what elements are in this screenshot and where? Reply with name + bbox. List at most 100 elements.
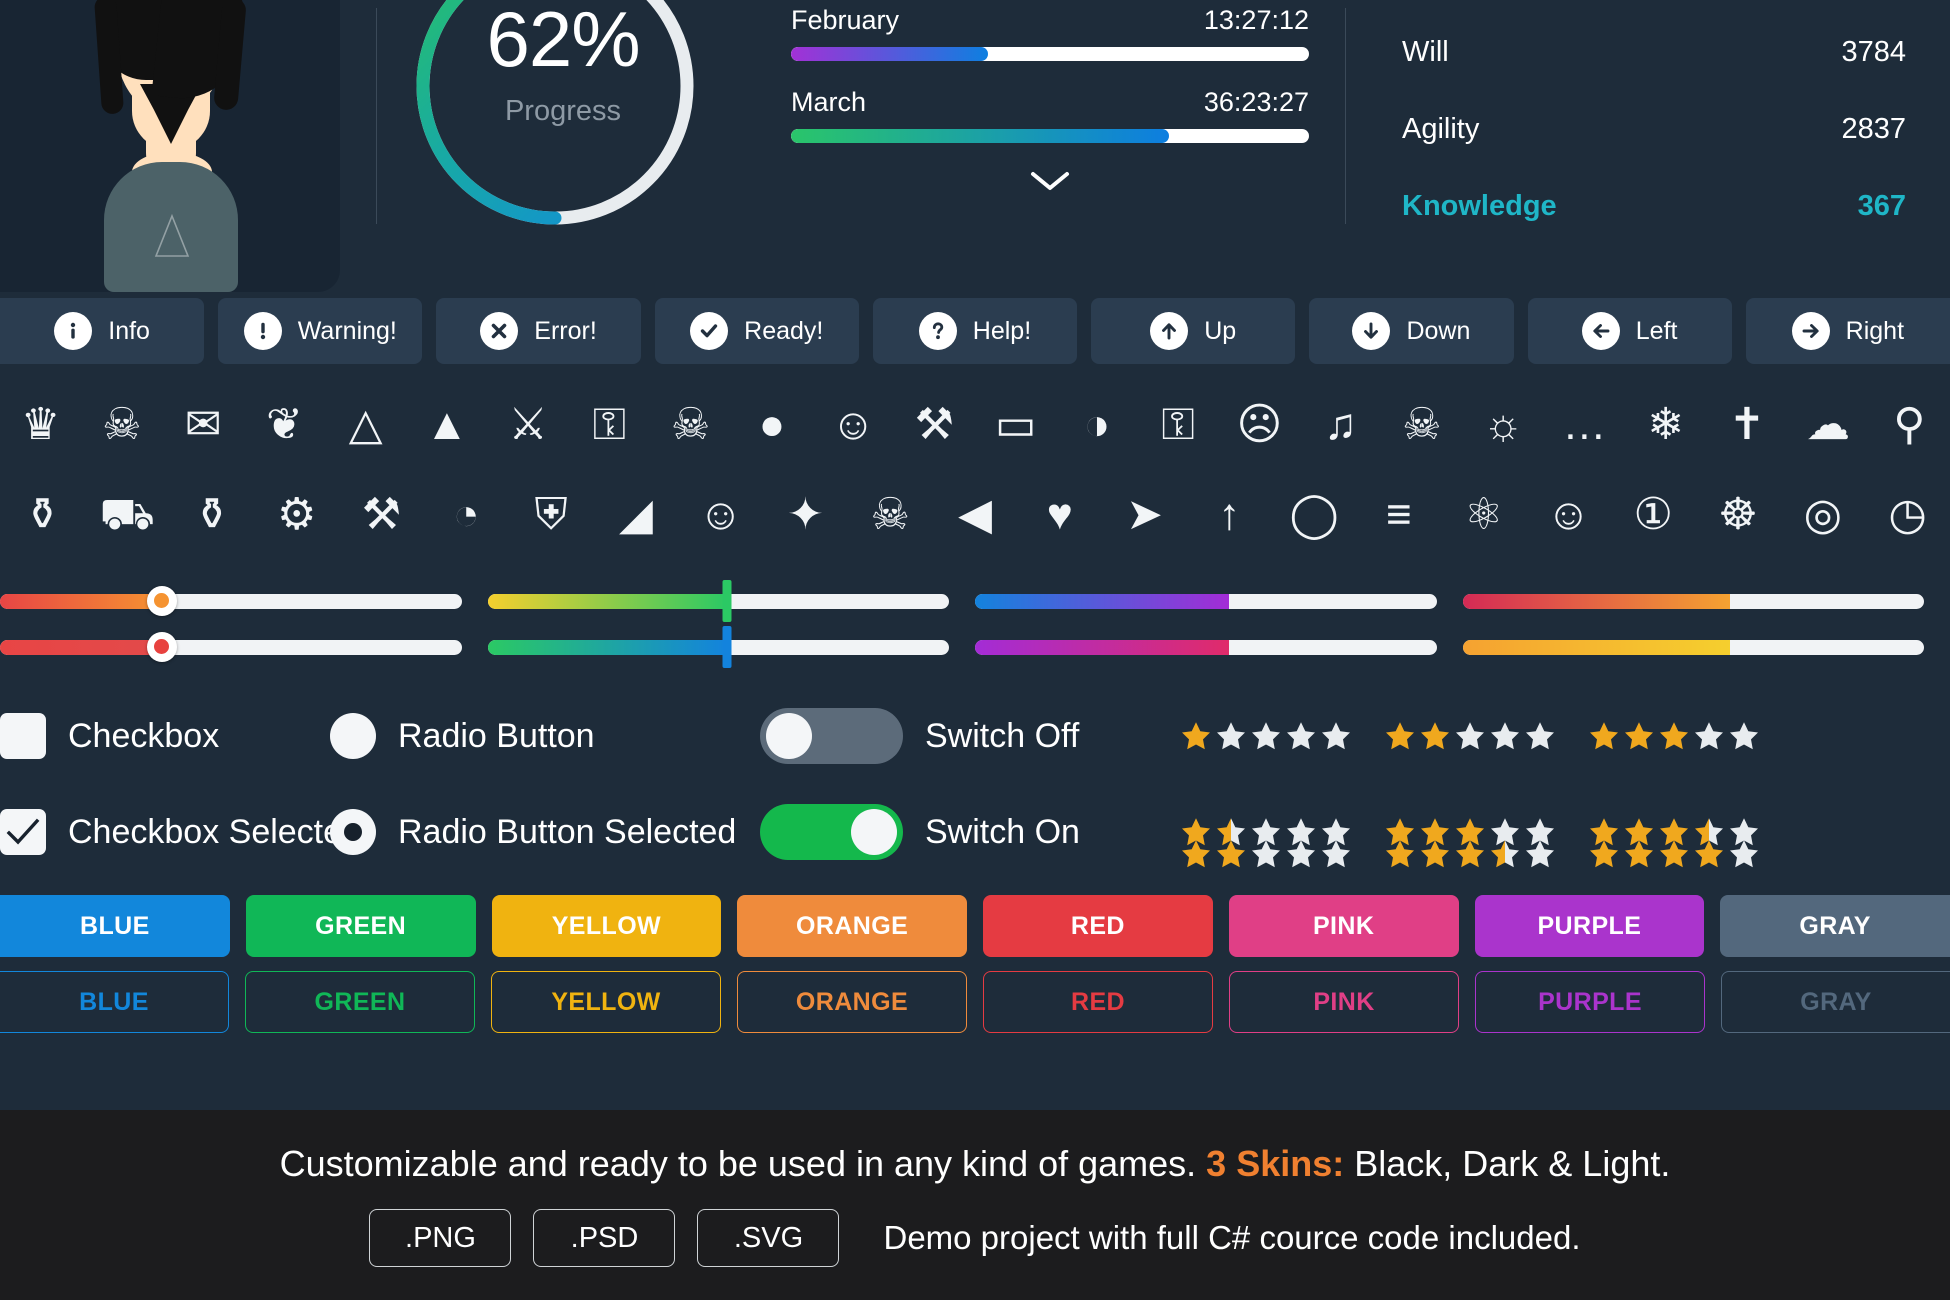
star-rating[interactable] — [1588, 838, 1760, 870]
expand-more-button[interactable] — [791, 167, 1309, 200]
headphones-icon[interactable]: ♫ — [1300, 403, 1381, 447]
star-rating[interactable] — [1588, 720, 1760, 752]
search-icon[interactable]: ⚲ — [1869, 403, 1950, 447]
user-icon[interactable]: ☺ — [813, 403, 894, 447]
radio-circle[interactable] — [330, 713, 376, 759]
rain-cloud-icon[interactable]: ☁ — [1788, 403, 1869, 447]
month-progress-bar[interactable] — [791, 129, 1309, 143]
medal-first-icon[interactable]: ① — [1611, 493, 1696, 537]
star-rating[interactable] — [1384, 838, 1556, 870]
slider[interactable] — [0, 631, 488, 662]
speaker-icon[interactable]: ◀ — [933, 493, 1018, 537]
lightbulb-icon[interactable]: ☼ — [1463, 403, 1544, 447]
slider-track[interactable] — [487, 579, 949, 622]
wing-icon[interactable]: ➤ — [1102, 493, 1187, 537]
format-button-png[interactable]: .PNG — [369, 1209, 512, 1267]
shopping-cart-icon[interactable]: ⛟ — [85, 493, 170, 537]
chat-bubble-icon[interactable]: … — [1544, 403, 1625, 447]
trophy-icon[interactable]: ⚱ — [170, 493, 255, 537]
slider[interactable] — [975, 639, 1463, 655]
status-button-error[interactable]: Error! — [436, 298, 641, 364]
fire-icon[interactable]: ▲ — [406, 403, 487, 447]
outline-button-gray[interactable]: GRAY — [1721, 971, 1950, 1033]
heart-icon[interactable]: ♥ — [1017, 493, 1102, 537]
slider[interactable] — [487, 579, 976, 622]
slider-track[interactable] — [0, 631, 462, 662]
rocket-icon[interactable]: ↑ — [1187, 493, 1272, 537]
dumbbell-icon[interactable]: ≡ — [1357, 493, 1442, 537]
format-button-svg[interactable]: .SVG — [697, 1209, 840, 1267]
medal-icon[interactable]: ☸ — [1696, 493, 1781, 537]
switch-track[interactable] — [760, 708, 903, 764]
radio-circle[interactable] — [330, 809, 376, 855]
outline-button-orange[interactable]: ORANGE — [737, 971, 967, 1033]
grave-icon[interactable]: ✝ — [1706, 403, 1787, 447]
star-rating[interactable] — [1384, 720, 1556, 752]
pistol-icon[interactable]: ◢ — [593, 493, 678, 537]
skull-icon[interactable]: ☠ — [81, 403, 162, 447]
format-button-psd[interactable]: .PSD — [533, 1209, 676, 1267]
leaves-icon[interactable]: ❦ — [244, 403, 325, 447]
horned-skull-icon[interactable]: ☠ — [650, 403, 731, 447]
outline-button-red[interactable]: RED — [983, 971, 1213, 1033]
trophy-star-icon[interactable]: ⚱ — [0, 493, 85, 537]
planet-icon[interactable]: ◯ — [1272, 493, 1357, 537]
coins-icon[interactable]: ◎ — [1780, 493, 1865, 537]
praying-hands-icon[interactable]: ⚛ — [1441, 493, 1526, 537]
solid-button-red[interactable]: RED — [983, 895, 1213, 957]
status-button-help[interactable]: Help! — [872, 298, 1078, 364]
briefcase-icon[interactable]: ▭ — [975, 403, 1056, 447]
status-button-info[interactable]: Info — [0, 298, 205, 364]
switch-on[interactable]: Switch On — [760, 804, 1180, 860]
radio-unselected[interactable]: Radio Button — [330, 713, 760, 759]
slider-track[interactable] — [0, 585, 462, 616]
lock-icon[interactable]: ⚿ — [1138, 403, 1219, 447]
solid-button-blue[interactable]: BLUE — [0, 895, 230, 957]
ufo-icon[interactable]: ◔ — [424, 493, 509, 537]
solid-button-green[interactable]: GREEN — [245, 895, 476, 957]
switch-track[interactable] — [760, 804, 903, 860]
slider-track[interactable] — [975, 593, 1437, 609]
add-user-icon[interactable]: ☺ — [678, 493, 763, 537]
checkbox-checked[interactable]: Checkbox Selected — [0, 809, 361, 855]
gear-icon[interactable]: ⚙ — [254, 493, 339, 537]
skull-cross-icon[interactable]: ☠ — [848, 493, 933, 537]
slider-track[interactable] — [1462, 639, 1924, 655]
crown-icon[interactable]: ♛ — [0, 403, 81, 447]
status-button-right[interactable]: Right — [1745, 298, 1950, 364]
slider[interactable] — [0, 585, 488, 616]
viking-helmet-icon[interactable]: ◑ — [1056, 403, 1137, 447]
crossed-swords-icon[interactable]: ⚔ — [488, 403, 569, 447]
solid-button-yellow[interactable]: YELLOW — [491, 895, 722, 957]
key-icon[interactable]: ⚿ — [569, 403, 650, 447]
slider[interactable] — [1462, 593, 1950, 609]
skull-alt-icon[interactable]: ☠ — [1381, 403, 1462, 447]
outline-button-yellow[interactable]: YELLOW — [491, 971, 721, 1033]
clock-icon[interactable]: ◷ — [1865, 493, 1950, 537]
solid-button-gray[interactable]: GRAY — [1720, 895, 1950, 957]
outline-button-green[interactable]: GREEN — [245, 971, 475, 1033]
star-rating[interactable] — [1180, 720, 1352, 752]
status-button-up[interactable]: Up — [1091, 298, 1296, 364]
star-rating[interactable] — [1180, 838, 1352, 870]
pickaxe-icon[interactable]: ⚒ — [339, 493, 424, 537]
solid-button-pink[interactable]: PINK — [1228, 895, 1459, 957]
envelope-icon[interactable]: ✉ — [163, 403, 244, 447]
slider[interactable] — [1462, 639, 1950, 655]
slider-knob[interactable] — [722, 579, 732, 622]
slider-track[interactable] — [975, 639, 1437, 655]
hooded-figure-icon[interactable]: ☹ — [1219, 403, 1300, 447]
magic-wand-icon[interactable]: ✦ — [763, 493, 848, 537]
bomb-icon[interactable]: ● — [731, 403, 812, 447]
month-progress-bar[interactable] — [791, 47, 1309, 61]
slider[interactable] — [975, 593, 1463, 609]
slider[interactable] — [487, 625, 976, 668]
slider-track[interactable] — [1462, 593, 1924, 609]
checkbox-unchecked[interactable]: Checkbox — [0, 713, 330, 759]
axe-icon[interactable]: ⚒ — [894, 403, 975, 447]
status-button-down[interactable]: Down — [1309, 298, 1514, 364]
angel-icon[interactable]: ☺ — [1526, 493, 1611, 537]
status-button-ready[interactable]: Ready! — [654, 298, 859, 364]
slider-knob[interactable] — [146, 585, 177, 616]
wizard-hat-icon[interactable]: △ — [325, 403, 406, 447]
